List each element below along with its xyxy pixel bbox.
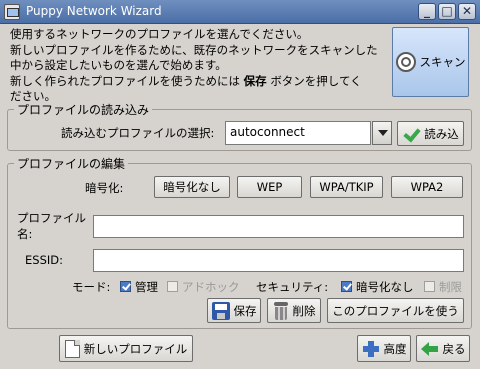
intro-bold-save: 保存 bbox=[243, 73, 267, 88]
maximize-button[interactable]: □ bbox=[438, 3, 456, 20]
intro-line: 使用するネットワークのプロファイルを選んでください。 bbox=[10, 27, 309, 41]
delete-button[interactable]: 削除 bbox=[267, 298, 321, 323]
mode-adhoc-checkbox bbox=[167, 281, 178, 292]
title-bar: Puppy Network Wizard _ □ ✕ bbox=[0, 0, 480, 24]
load-button-label: 読み込 bbox=[424, 126, 459, 141]
scan-button-label: スキャン bbox=[419, 55, 466, 69]
profile-name-label: プロファイル bbox=[17, 211, 86, 225]
edit-profile-legend: プロファイルの編集 bbox=[17, 157, 126, 171]
delete-button-label: 削除 bbox=[292, 303, 316, 318]
profile-select-value: autoconnect bbox=[230, 125, 305, 139]
scan-icon bbox=[395, 52, 416, 72]
security-none-checkbox[interactable] bbox=[341, 281, 352, 292]
advanced-button[interactable]: 高度 bbox=[357, 335, 411, 362]
new-profile-button-label: 新しいプロファイル bbox=[83, 341, 188, 356]
profile-select-label: 読み込むプロファイルの選択: bbox=[61, 126, 215, 140]
floppy-disk-icon bbox=[211, 301, 230, 320]
intro-text-segment: 新しく作られたプロファイルを使うためには bbox=[10, 73, 240, 88]
new-profile-button[interactable]: 新しいプロファイル bbox=[59, 335, 193, 362]
load-button[interactable]: 読み込 bbox=[397, 121, 464, 146]
encryption-wpa-tkip-button[interactable]: WPA/TKIP bbox=[310, 176, 383, 198]
window-title: Puppy Network Wizard bbox=[26, 4, 162, 18]
essid-input[interactable] bbox=[93, 249, 464, 272]
intro-line: 中から設定したいものを選んで始めます。 bbox=[10, 58, 227, 72]
mode-adhoc-label: アドホック bbox=[182, 280, 240, 294]
encryption-none-button[interactable]: 暗号化なし bbox=[154, 176, 230, 198]
security-restricted-checkbox bbox=[424, 281, 435, 292]
encryption-wpa2-button[interactable]: WPA2 bbox=[391, 176, 463, 198]
trash-icon bbox=[273, 301, 289, 320]
intro-line: 新しく作られたプロファイルを使うためには 保存 ボタンを押してく bbox=[10, 74, 390, 90]
intro-text: 使用するネットワークのプロファイルを選んでください。 新しいプロファイルを作るた… bbox=[10, 27, 390, 105]
intro-line: 新しいプロファイルを作るために、既存のネットワークをスキャンした bbox=[10, 42, 378, 57]
save-button[interactable]: 保存 bbox=[207, 298, 261, 323]
mode-managed-label: 管理 bbox=[135, 280, 158, 294]
use-profile-button[interactable]: このプロファイルを使う bbox=[327, 298, 464, 323]
back-arrow-icon bbox=[420, 340, 439, 358]
security-none-label: 暗号化なし bbox=[356, 280, 414, 294]
advanced-button-label: 高度 bbox=[383, 341, 407, 356]
mode-managed-checkbox[interactable] bbox=[120, 281, 131, 292]
security-restricted-label: 制限 bbox=[439, 280, 462, 294]
essid-label: ESSID: bbox=[25, 253, 63, 267]
minimize-button[interactable]: _ bbox=[418, 3, 436, 20]
security-label: セキュリティ: bbox=[256, 280, 329, 294]
encryption-wep-button[interactable]: WEP bbox=[237, 176, 302, 198]
encryption-label: 暗号化: bbox=[85, 181, 124, 195]
intro-text-segment: ボタンを押してく bbox=[270, 73, 362, 88]
profile-select-combo[interactable]: autoconnect bbox=[225, 121, 371, 145]
new-document-icon bbox=[64, 339, 80, 358]
scan-button[interactable]: スキャン bbox=[392, 27, 469, 97]
mode-label: モード: bbox=[72, 280, 111, 294]
checkmark-icon bbox=[402, 125, 420, 143]
load-profile-legend: プロファイルの読み込み bbox=[17, 103, 150, 117]
profile-name-input[interactable] bbox=[93, 215, 464, 238]
app-icon bbox=[4, 4, 20, 20]
back-button[interactable]: 戻る bbox=[416, 335, 470, 362]
save-button-label: 保存 bbox=[233, 303, 257, 318]
profile-name-label-suffix: 名: bbox=[17, 227, 33, 241]
plus-icon bbox=[362, 340, 380, 358]
close-button[interactable]: ✕ bbox=[458, 3, 476, 20]
back-button-label: 戻る bbox=[442, 341, 466, 356]
chevron-down-icon[interactable] bbox=[372, 121, 392, 145]
